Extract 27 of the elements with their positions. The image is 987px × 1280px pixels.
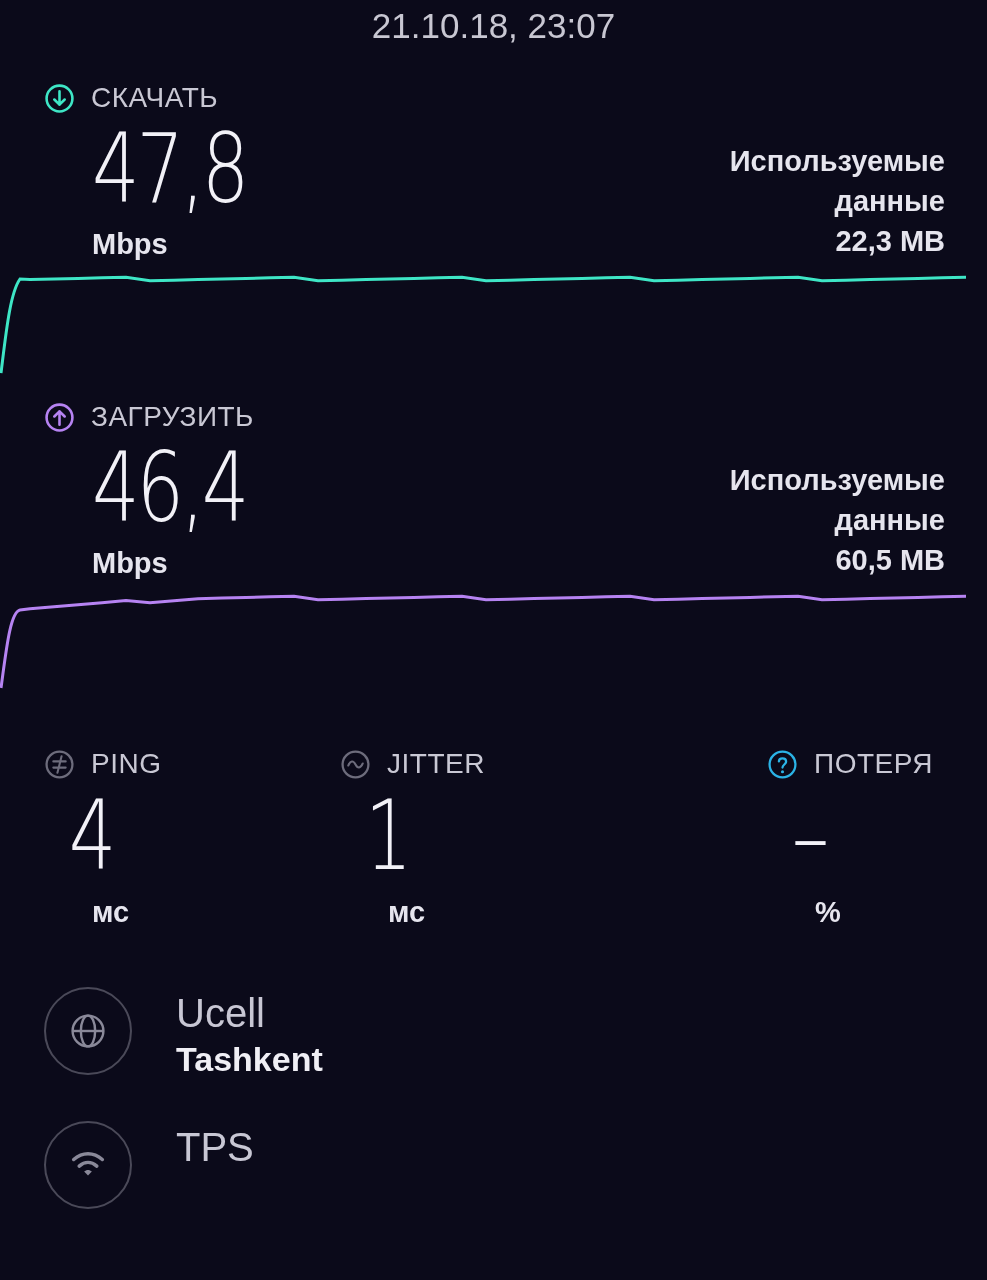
metric-label: JITTER	[387, 748, 485, 780]
speed-label: СКАЧАТЬ	[91, 82, 219, 114]
data-used-value: 22,3 MB	[834, 224, 945, 259]
metric-label: PING	[91, 748, 162, 780]
speed-label: ЗАГРУЗИТЬ	[91, 401, 254, 433]
speed-unit: Mbps	[92, 228, 169, 261]
metric-value: –	[790, 780, 831, 892]
wave-icon	[340, 748, 371, 780]
connection-detail: Tashkent	[176, 1039, 323, 1080]
speed-value: 46,4	[92, 433, 247, 543]
speed-unit: Mbps	[92, 547, 169, 580]
wifi-icon	[44, 1121, 132, 1209]
test-timestamp: 21.10.18, 23:07	[370, 5, 617, 47]
question-icon	[767, 748, 798, 780]
data-used-label: Используемые данные	[728, 463, 945, 538]
metric-label: ПОТЕРЯ	[814, 748, 933, 780]
metric-unit: мс	[91, 896, 131, 929]
metric-unit: мс	[387, 896, 427, 929]
speed-value: 47,8	[92, 114, 247, 224]
metric-value: 1	[363, 780, 414, 892]
data-used-value: 60,5 MB	[834, 543, 945, 578]
metric-value: 4	[67, 780, 118, 892]
metric-unit: %	[814, 896, 842, 929]
globe-icon	[44, 987, 132, 1075]
connection-name: Ucell	[176, 990, 266, 1037]
data-used-label: Используемые данные	[728, 144, 945, 219]
connection-name: TPS	[176, 1124, 254, 1171]
